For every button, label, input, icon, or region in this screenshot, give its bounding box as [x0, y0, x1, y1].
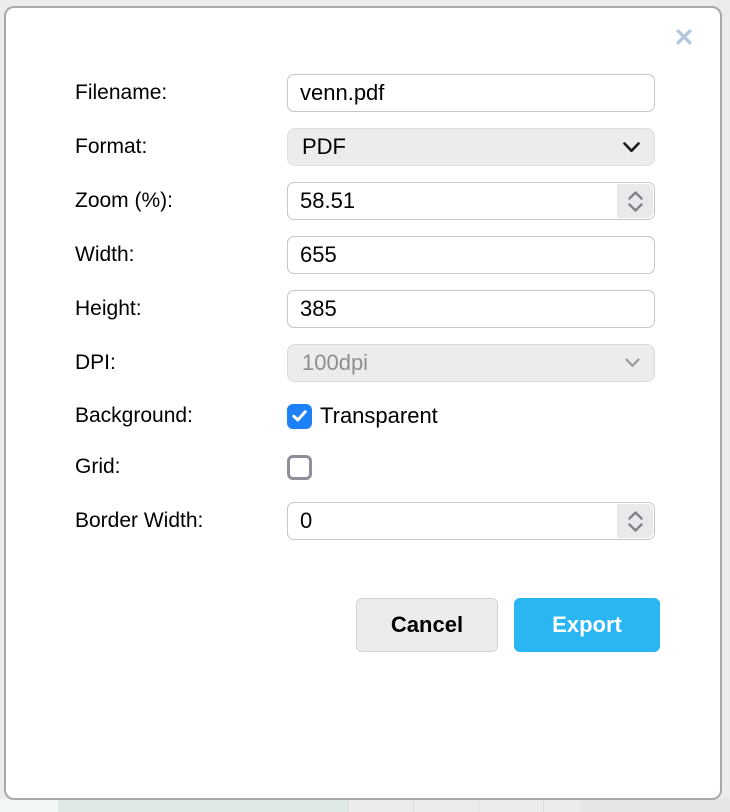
- border-width-stepper[interactable]: [617, 504, 653, 538]
- stepper-down-icon: [628, 523, 643, 532]
- transparent-checkbox[interactable]: [287, 404, 312, 429]
- background-row: Background: Transparent: [75, 402, 720, 430]
- height-row: Height:: [75, 290, 720, 328]
- background-toolbar-strip: [0, 799, 730, 812]
- width-row: Width:: [75, 236, 720, 274]
- zoom-row: Zoom (%):: [75, 182, 720, 220]
- bg-segment: [580, 799, 730, 812]
- width-input[interactable]: [287, 236, 655, 274]
- bg-segment: [348, 799, 581, 812]
- bg-segment: [58, 799, 348, 812]
- border-width-input-wrap: [287, 502, 655, 540]
- filename-row: Filename:: [75, 74, 720, 112]
- cancel-button[interactable]: Cancel: [356, 598, 498, 652]
- zoom-input-wrap: [287, 182, 655, 220]
- filename-input[interactable]: [287, 74, 655, 112]
- chevron-down-icon: [623, 142, 640, 153]
- stepper-up-icon: [628, 511, 643, 520]
- zoom-stepper[interactable]: [617, 184, 653, 218]
- zoom-input[interactable]: [288, 183, 614, 219]
- stepper-up-icon: [628, 191, 643, 200]
- chevron-down-icon: [625, 358, 640, 368]
- bg-divider: [543, 799, 544, 812]
- format-row: Format: PDF: [75, 128, 720, 166]
- width-label: Width:: [75, 243, 287, 267]
- dpi-label: DPI:: [75, 351, 287, 375]
- grid-label: Grid:: [75, 455, 287, 479]
- bg-divider: [478, 799, 479, 812]
- format-select[interactable]: PDF: [287, 128, 655, 166]
- grid-row: Grid:: [75, 453, 720, 481]
- grid-checkbox[interactable]: [287, 455, 312, 480]
- format-label: Format:: [75, 135, 287, 159]
- export-dialog: ✕ Filename: Format: PDF Zoom (%):: [4, 6, 722, 800]
- close-icon[interactable]: ✕: [670, 24, 698, 52]
- transparent-checkbox-label: Transparent: [320, 403, 438, 429]
- zoom-label: Zoom (%):: [75, 189, 287, 213]
- background-label: Background:: [75, 404, 287, 428]
- bg-segment: [0, 799, 58, 812]
- bg-divider: [413, 799, 414, 812]
- height-label: Height:: [75, 297, 287, 321]
- format-select-value: PDF: [302, 134, 346, 160]
- border-width-input[interactable]: [288, 503, 614, 539]
- dpi-row: DPI: 100dpi: [75, 344, 720, 382]
- checkmark-icon: [292, 410, 307, 422]
- stepper-down-icon: [628, 203, 643, 212]
- export-button[interactable]: Export: [514, 598, 660, 652]
- dpi-select: 100dpi: [287, 344, 655, 382]
- export-form: Filename: Format: PDF Zoom (%):: [6, 8, 720, 540]
- border-width-label: Border Width:: [75, 509, 287, 533]
- dpi-select-value: 100dpi: [302, 350, 368, 376]
- border-width-row: Border Width:: [75, 502, 720, 540]
- height-input[interactable]: [287, 290, 655, 328]
- filename-label: Filename:: [75, 81, 287, 105]
- dialog-buttons: Cancel Export: [356, 598, 660, 652]
